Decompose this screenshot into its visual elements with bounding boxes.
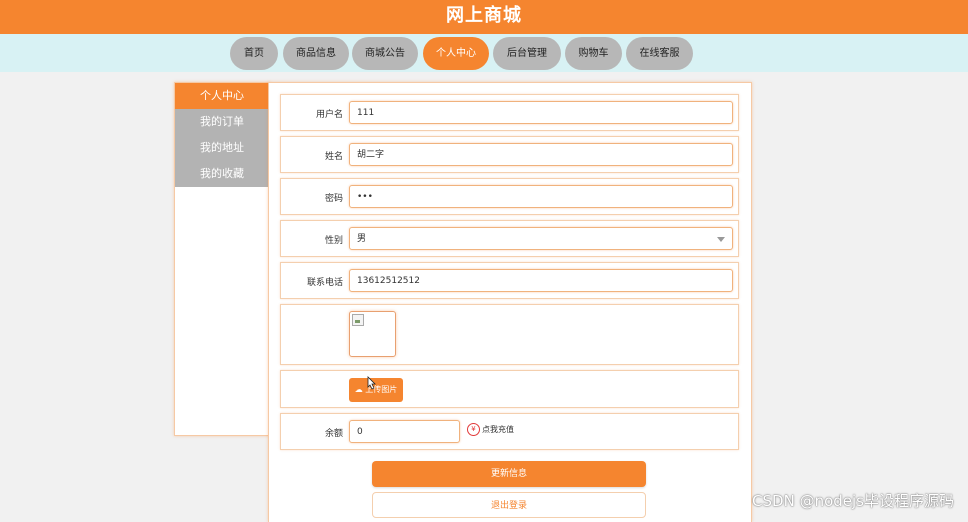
nav-cart[interactable]: 购物车 bbox=[565, 37, 622, 70]
name-label: 姓名 bbox=[324, 152, 343, 162]
recharge-label: 点我充值 bbox=[482, 425, 514, 434]
upload-image-button[interactable]: ☁ 上传图片 bbox=[349, 376, 403, 402]
avatar-image bbox=[349, 311, 396, 357]
sidebar-item-orders[interactable]: 我的订单 bbox=[175, 109, 269, 135]
mouse-cursor-icon bbox=[367, 376, 376, 390]
upload-row: ☁ 上传图片 bbox=[280, 370, 739, 408]
nav-announcements[interactable]: 商城公告 bbox=[352, 37, 418, 70]
username-label: 用户名 bbox=[315, 110, 343, 120]
chevron-down-icon bbox=[717, 237, 725, 242]
password-row: 密码 ••• bbox=[280, 178, 739, 215]
password-label: 密码 bbox=[324, 194, 343, 204]
site-title: 网上商城 bbox=[446, 5, 522, 26]
gender-row: 性别 男 bbox=[280, 220, 739, 257]
sidebar-item-favorites[interactable]: 我的收藏 bbox=[175, 161, 269, 187]
gender-value: 男 bbox=[357, 234, 367, 244]
watermark: CSDN @nodejs毕设程序源码 bbox=[752, 492, 954, 510]
sidebar: 个人中心 我的订单 我的地址 我的收藏 bbox=[174, 82, 270, 436]
gender-label: 性别 bbox=[324, 236, 343, 246]
balance-label: 余额 bbox=[324, 429, 343, 439]
avatar-row bbox=[280, 304, 739, 365]
yen-icon: ¥ bbox=[467, 423, 480, 436]
update-info-button[interactable]: 更新信息 bbox=[372, 461, 646, 487]
logout-button[interactable]: 退出登录 bbox=[372, 492, 646, 518]
nav-personal-center[interactable]: 个人中心 bbox=[423, 37, 489, 70]
sidebar-item-personal-center[interactable]: 个人中心 bbox=[175, 83, 269, 109]
balance-input[interactable]: 0 bbox=[349, 420, 460, 443]
sidebar-item-address[interactable]: 我的地址 bbox=[175, 135, 269, 161]
gender-select[interactable]: 男 bbox=[349, 227, 733, 250]
name-row: 姓名 胡二字 bbox=[280, 136, 739, 173]
broken-image-icon bbox=[352, 314, 364, 326]
main-nav: 首页 商品信息 商城公告 个人中心 后台管理 购物车 在线客服 bbox=[0, 34, 968, 72]
nav-online-service[interactable]: 在线客服 bbox=[626, 37, 693, 70]
cloud-upload-icon: ☁ bbox=[354, 385, 363, 394]
nav-products[interactable]: 商品信息 bbox=[283, 37, 349, 70]
phone-label: 联系电话 bbox=[306, 278, 343, 288]
phone-input[interactable]: 13612512512 bbox=[349, 269, 733, 292]
nav-admin[interactable]: 后台管理 bbox=[493, 37, 561, 70]
username-input[interactable]: 111 bbox=[349, 101, 733, 124]
name-input[interactable]: 胡二字 bbox=[349, 143, 733, 166]
balance-row: 余额 0 ¥ 点我充值 bbox=[280, 413, 739, 450]
password-input[interactable]: ••• bbox=[349, 185, 733, 208]
top-header: 网上商城 bbox=[0, 0, 968, 34]
phone-row: 联系电话 13612512512 bbox=[280, 262, 739, 299]
recharge-link[interactable]: ¥ 点我充值 bbox=[467, 423, 514, 437]
profile-form: 用户名 111 姓名 胡二字 密码 ••• 性别 男 联系电话 13612512… bbox=[268, 82, 752, 522]
username-row: 用户名 111 bbox=[280, 94, 739, 131]
nav-home[interactable]: 首页 bbox=[230, 37, 278, 70]
